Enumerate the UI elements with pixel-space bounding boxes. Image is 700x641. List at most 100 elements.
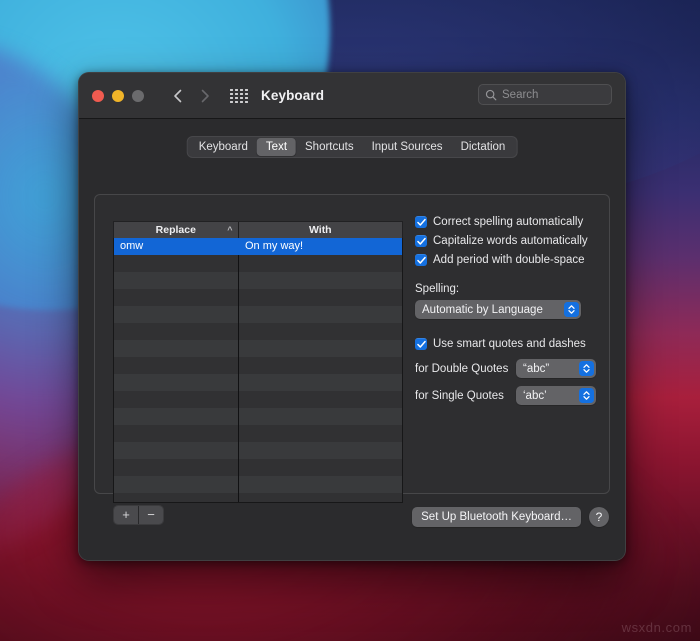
checkbox-indicator [415,216,427,228]
cell-with [239,459,402,476]
cell-with [239,357,402,374]
tab-input-sources[interactable]: Input Sources [363,138,452,156]
minimize-button[interactable] [112,89,124,102]
checkmark-icon [416,237,426,245]
cell-with [239,442,402,459]
cell-with [239,255,402,272]
cell-with [239,425,402,442]
help-button[interactable]: ? [589,507,609,527]
cell-replace [114,493,239,502]
text-settings-panel: Replace ^ With omw On my way! + − Correc… [94,194,610,525]
back-button[interactable] [166,84,188,108]
table-row[interactable] [114,289,402,306]
table-row[interactable] [114,374,402,391]
search-icon [485,89,497,100]
cell-replace [114,408,239,425]
cell-replace [114,442,239,459]
cell-replace [114,255,239,272]
remove-replacement-button[interactable]: − [138,506,163,524]
checkbox-correct-spelling[interactable]: Correct spelling automatically [415,215,600,229]
close-button[interactable] [92,89,104,102]
checkbox-smart-quotes[interactable]: Use smart quotes and dashes [415,337,600,351]
table-row[interactable] [114,306,402,323]
cell-replace [114,425,239,442]
column-header-replace[interactable]: Replace ^ [114,222,239,238]
keyboard-preferences-window: Keyboard Keyboard Text Shortcuts Input S… [78,72,626,561]
table-row[interactable] [114,425,402,442]
table-row[interactable] [114,255,402,272]
table-row[interactable] [114,459,402,476]
set-up-bluetooth-keyboard-button[interactable]: Set Up Bluetooth Keyboard… [412,507,581,527]
window-bottom-bar: Set Up Bluetooth Keyboard… ? [412,507,609,527]
single-quotes-label: for Single Quotes [415,389,504,402]
traffic-light-group [92,89,144,102]
show-all-grid-icon[interactable] [230,88,248,104]
checkbox-indicator [415,235,427,247]
chevron-updown-icon [579,388,594,403]
tab-text[interactable]: Text [256,138,297,156]
single-quotes-popup-button[interactable]: ‘abc’ [516,386,596,405]
search-input[interactable] [502,88,602,101]
chevron-updown-icon [579,361,594,376]
cell-with [239,374,402,391]
add-remove-segmented-control: + − [113,505,164,525]
column-header-replace-label: Replace [155,224,196,236]
chevron-left-icon [173,89,181,102]
double-quotes-row: for Double Quotes “abc” [415,359,600,378]
checkmark-icon [416,340,426,348]
column-header-with-label: With [308,224,332,236]
cell-replace [114,374,239,391]
single-quotes-value: ‘abc’ [523,389,547,402]
double-quotes-label: for Double Quotes [415,362,509,375]
table-row[interactable] [114,476,402,493]
window-title: Keyboard [261,88,325,103]
cell-replace [114,272,239,289]
checkmark-icon [416,218,426,226]
table-row[interactable] [114,357,402,374]
window-titlebar: Keyboard [79,73,625,119]
preference-tabs: Keyboard Text Shortcuts Input Sources Di… [186,136,518,158]
zoom-button[interactable] [132,89,144,102]
cell-replace [114,391,239,408]
watermark: wsxdn.com [621,620,692,635]
cell-replace [114,340,239,357]
checkbox-label: Capitalize words automatically [433,235,588,247]
search-field[interactable] [478,84,612,105]
cell-replace [114,289,239,306]
table-row[interactable] [114,408,402,425]
text-replacement-table: Replace ^ With omw On my way! [113,221,403,503]
spelling-label: Spelling: [415,283,460,295]
tab-shortcuts[interactable]: Shortcuts [296,138,363,156]
checkmark-icon [416,256,426,264]
checkbox-indicator [415,254,427,266]
table-body[interactable]: omw On my way! [113,238,403,503]
add-replacement-button[interactable]: + [114,506,138,524]
table-row[interactable] [114,442,402,459]
table-row[interactable] [114,272,402,289]
table-row[interactable] [114,493,402,502]
spelling-popup-button[interactable]: Automatic by Language [415,300,581,319]
text-options-group: Correct spelling automatically Capitaliz… [415,215,600,405]
checkbox-add-period[interactable]: Add period with double-space [415,253,600,267]
cell-with [239,476,402,493]
cell-with [239,323,402,340]
double-quotes-value: “abc” [523,362,550,375]
cell-with [239,306,402,323]
table-row[interactable]: omw On my way! [114,238,402,255]
chevron-up-icon: ^ [227,225,233,235]
forward-button[interactable] [194,84,216,108]
tab-keyboard[interactable]: Keyboard [190,138,257,156]
checkbox-label: Add period with double-space [433,254,585,266]
checkbox-capitalize-words[interactable]: Capitalize words automatically [415,234,600,248]
checkbox-label: Correct spelling automatically [433,216,584,228]
tab-dictation[interactable]: Dictation [452,138,515,156]
column-header-with[interactable]: With [239,222,402,238]
double-quotes-popup-button[interactable]: “abc” [516,359,596,378]
table-row[interactable] [114,323,402,340]
cell-with [239,493,402,502]
table-row[interactable] [114,391,402,408]
table-row[interactable] [114,340,402,357]
table-header-row: Replace ^ With [113,221,403,238]
chevron-updown-icon [564,302,579,317]
checkbox-label: Use smart quotes and dashes [433,338,586,350]
